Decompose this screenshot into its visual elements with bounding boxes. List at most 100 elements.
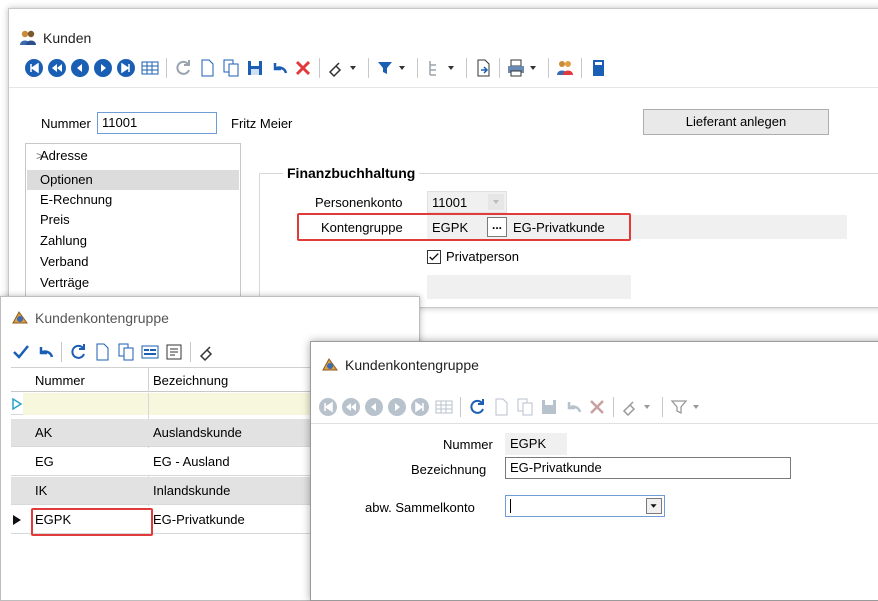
refresh-icon[interactable] (467, 397, 487, 417)
export-icon[interactable] (473, 58, 493, 78)
first-record-button[interactable] (25, 59, 43, 77)
next-record-button[interactable] (388, 398, 406, 416)
nummer-field[interactable]: 11001 (97, 112, 217, 134)
chevron-down-icon[interactable] (488, 194, 504, 210)
table-row-eg[interactable]: EG EG - Ausland (11, 448, 311, 476)
kontengruppe-highlight (297, 213, 631, 241)
copy-icon[interactable] (515, 397, 535, 417)
table-row-ik[interactable]: IK Inlandskunde (11, 477, 311, 505)
chevron-down-icon[interactable] (397, 63, 407, 73)
prev-record-button[interactable] (71, 59, 89, 77)
privatperson-checkbox[interactable] (427, 250, 441, 264)
personenkonto-combo[interactable]: 11001 (427, 191, 507, 213)
book-icon[interactable] (588, 58, 608, 78)
chevron-down-icon[interactable] (348, 63, 358, 73)
tree-icon[interactable] (424, 58, 444, 78)
delete-icon[interactable] (293, 58, 313, 78)
grid-header: Nummer Bezeichnung (11, 368, 311, 392)
column-header-bezeichnung[interactable]: Bezeichnung (153, 373, 228, 388)
undo-icon[interactable] (563, 397, 583, 417)
pin-icon[interactable] (197, 342, 217, 362)
liste-title: Kundenkontengruppe (35, 310, 169, 326)
tree-item-zahlung[interactable]: Zahlung (40, 233, 87, 249)
table-view-icon[interactable] (434, 397, 454, 417)
pin-icon[interactable] (620, 397, 640, 417)
fibu-heading: Finanzbuchhaltung (283, 165, 420, 181)
detail-title: Kundenkontengruppe (345, 357, 479, 373)
liste-toolbar (11, 339, 221, 365)
refresh-icon[interactable] (173, 58, 193, 78)
tree-item-preis[interactable]: Preis (40, 212, 70, 228)
liste-titlebar: Kundenkontengruppe (1, 303, 419, 333)
nummer-label: Nummer (41, 116, 91, 131)
cell-bezeichnung: EG-Privatkunde (153, 512, 245, 527)
personenkonto-label: Personenkonto (315, 195, 403, 210)
chevron-down-icon[interactable] (642, 402, 652, 412)
undo-icon[interactable] (269, 58, 289, 78)
copy-icon[interactable] (221, 58, 241, 78)
tree-item-vertraege[interactable]: Verträge (40, 275, 89, 291)
next-record-button[interactable] (94, 59, 112, 77)
chevron-down-icon[interactable] (446, 63, 456, 73)
first-record-button[interactable] (319, 398, 337, 416)
tree-item-verband[interactable]: Verband (40, 254, 88, 270)
delete-icon[interactable] (587, 397, 607, 417)
last-record-button[interactable] (117, 59, 135, 77)
text-cursor (510, 499, 511, 513)
prev-page-button[interactable] (342, 398, 360, 416)
table-row-ak[interactable]: AK Auslandskunde (11, 419, 311, 447)
accept-icon[interactable] (11, 342, 31, 362)
privatperson-label[interactable]: Privatperson (446, 249, 519, 265)
cell-bezeichnung: Auslandskunde (153, 425, 242, 440)
filter-icon[interactable] (669, 397, 689, 417)
copy-icon[interactable] (116, 342, 136, 362)
empty-field (427, 275, 631, 299)
current-row-indicator-icon (12, 514, 22, 529)
last-record-button[interactable] (411, 398, 429, 416)
customer-name: Fritz Meier (231, 116, 293, 131)
detail-titlebar: Kundenkontengruppe (311, 350, 878, 380)
account-group-icon (321, 356, 339, 374)
cell-nummer: IK (35, 483, 48, 498)
detail-toolbar-divider (311, 423, 878, 424)
properties-icon[interactable] (164, 342, 184, 362)
table-view-icon[interactable] (140, 58, 160, 78)
column-header-nummer[interactable]: Nummer (35, 373, 85, 388)
prev-page-button[interactable] (48, 59, 66, 77)
pin-icon[interactable] (326, 58, 346, 78)
new-document-icon[interactable] (92, 342, 112, 362)
kunden-toolbar (25, 55, 612, 81)
cell-nummer: EG (35, 454, 54, 469)
cell-bezeichnung: EG - Ausland (153, 454, 230, 469)
sammelkonto-select[interactable] (505, 495, 665, 517)
checkmark-icon (429, 253, 439, 261)
detail-nummer-field[interactable]: EGPK (505, 433, 567, 455)
tree-item-e-rechnung[interactable]: E-Rechnung (40, 192, 112, 208)
detail-bezeichnung-field[interactable]: EG-Privatkunde (505, 457, 791, 479)
contacts-icon[interactable] (555, 58, 575, 78)
undo-icon[interactable] (35, 342, 55, 362)
save-icon[interactable] (245, 58, 265, 78)
new-row-indicator-icon (12, 397, 23, 413)
toolbar-divider (9, 87, 878, 88)
new-document-icon[interactable] (491, 397, 511, 417)
form-view-icon[interactable] (140, 342, 160, 362)
chevron-down-icon[interactable] (691, 402, 701, 412)
new-document-icon[interactable] (197, 58, 217, 78)
new-row[interactable] (11, 393, 311, 415)
sammelkonto-label: abw. Sammelkonto (365, 500, 475, 515)
tree-item-optionen[interactable]: Optionen (40, 172, 93, 188)
column-divider (148, 368, 149, 392)
print-icon[interactable] (506, 58, 526, 78)
account-group-icon (11, 309, 29, 327)
chevron-down-icon[interactable] (528, 63, 538, 73)
tree-item-adresse[interactable]: Adresse (40, 148, 88, 164)
refresh-icon[interactable] (68, 342, 88, 362)
save-icon[interactable] (539, 397, 559, 417)
lieferant-anlegen-button[interactable]: Lieferant anlegen (643, 109, 829, 135)
filter-icon[interactable] (375, 58, 395, 78)
kunden-window: Kunden Nummer 11001 Fritz Meier Lieferan… (8, 8, 878, 313)
prev-record-button[interactable] (365, 398, 383, 416)
chevron-down-icon[interactable] (646, 498, 662, 514)
kunden-titlebar: Kunden (9, 23, 878, 53)
